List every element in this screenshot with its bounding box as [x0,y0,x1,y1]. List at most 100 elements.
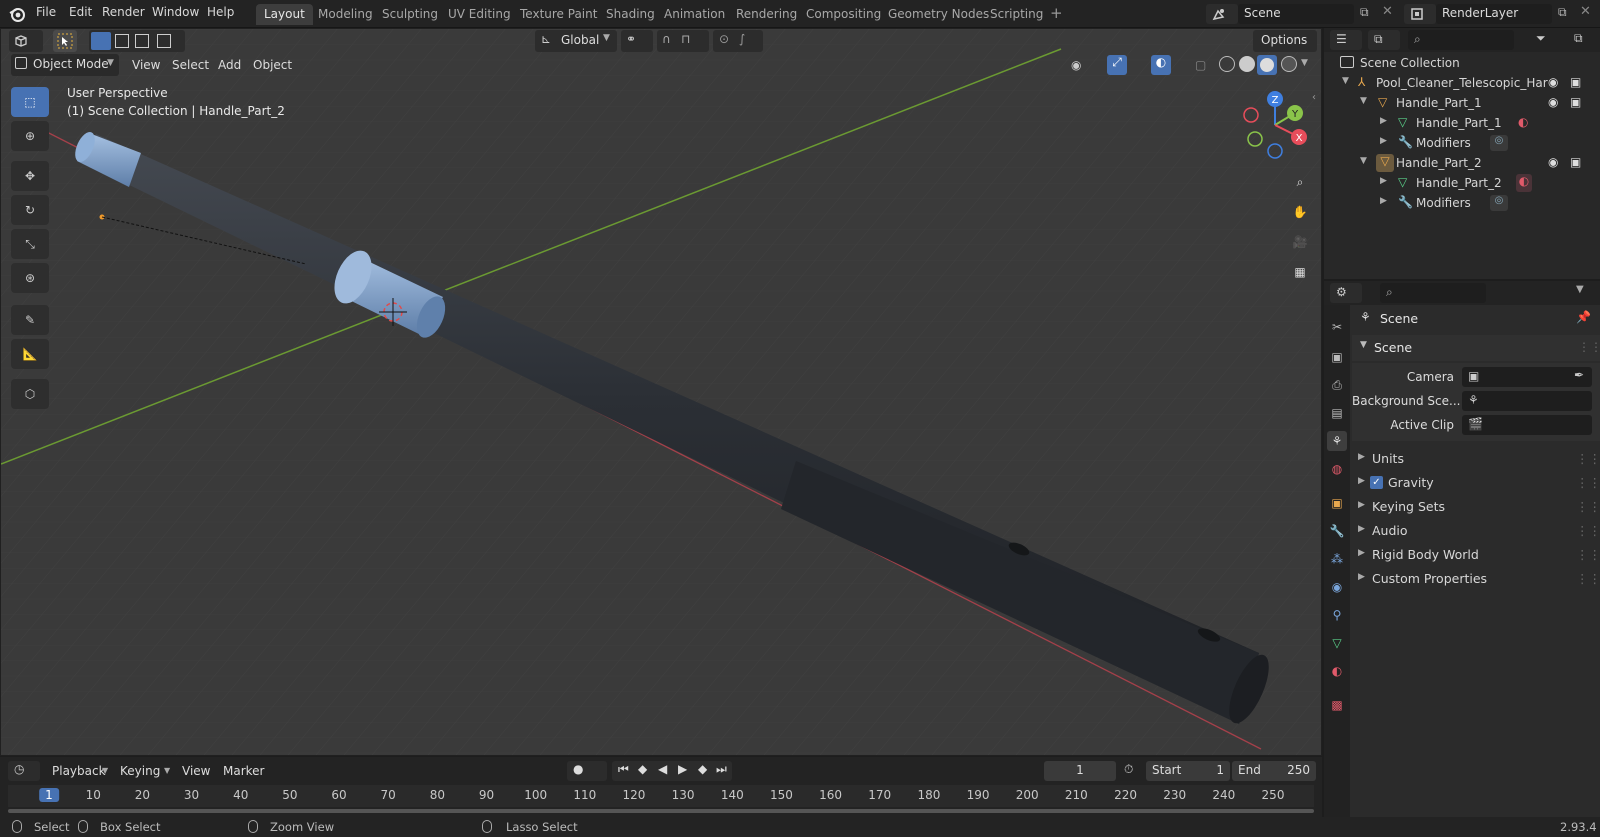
close-view-layer-icon[interactable]: ✕ [1580,4,1591,19]
stopwatch-icon[interactable]: ⏱ [1124,762,1133,777]
tab-tool[interactable]: ✂ [1327,317,1347,337]
zoom-view-button[interactable]: ⌕ [1287,169,1313,195]
editor-type-button[interactable] [9,30,43,52]
tab-uv-editing[interactable]: UV Editing [440,4,519,25]
viewport-menu-add[interactable]: Add [218,58,241,72]
menu-edit[interactable]: Edit [69,5,92,19]
tab-material[interactable]: ◐ [1327,661,1347,681]
view-layer-field[interactable]: RenderLayer [1436,4,1552,24]
tab-data[interactable]: ▽ [1327,633,1347,653]
timeline-scrollbar[interactable] [8,809,1314,813]
outliner-row-pool-cleaner[interactable]: ▼ ⅄ Pool_Cleaner_Telescopic_Har ◉ ▣ [1324,74,1600,94]
properties-search-input[interactable]: ⌕ [1380,283,1486,303]
tab-constraints[interactable]: ⚲ [1327,605,1347,625]
viewport-menu-select[interactable]: Select [172,58,209,72]
tab-view-layer[interactable]: ▤ [1327,403,1347,423]
timeline-menu-view[interactable]: View [182,764,210,778]
tab-shading[interactable]: Shading [598,4,663,25]
outliner-editor-type-button[interactable]: ☰ [1330,30,1362,50]
move-tool[interactable]: ✥ [11,161,49,191]
tab-layout[interactable]: Layout [256,4,313,25]
3d-viewport[interactable]: ⊾ Global ▼ ⚭ ∩ ⊓ ⊙ ∫ Options Object Mode… [0,28,1322,756]
drag-handle-icon[interactable]: ⋮⋮ [1576,523,1600,538]
material-shading-icon[interactable] [1257,55,1277,75]
current-frame-field[interactable]: 1 [1044,761,1116,781]
drag-handle-icon[interactable]: ⋮⋮ [1576,547,1600,562]
expand-arrow-icon[interactable]: ▶ [1380,116,1387,126]
properties-editor-type-button[interactable]: ⚙ [1330,283,1362,303]
eyedropper-icon[interactable]: ✒ [1574,368,1584,382]
eye-icon[interactable]: ◉ [1548,95,1558,109]
timeline-editor-type-button[interactable]: ◷ [8,761,40,781]
auto-keying-toggle[interactable]: ● [567,761,607,781]
falloff-curve-icon[interactable]: ∫ [739,32,745,46]
measure-tool[interactable]: 📐 [11,339,49,369]
play-reverse-icon[interactable]: ◀ [658,762,667,776]
drag-handle-icon[interactable]: ⋮⋮ [1576,499,1600,514]
scene-browse-button[interactable] [1206,4,1238,24]
tab-scene[interactable]: ⚘ [1327,431,1347,451]
expand-arrow-icon[interactable]: ▶ [1380,176,1387,186]
tab-physics[interactable]: ◉ [1327,577,1347,597]
menu-file[interactable]: File [36,5,56,19]
pin-icon[interactable]: 📌 [1576,310,1591,324]
proportional-edit-group[interactable]: ⊙ ∫ [713,30,763,52]
solid-shading-icon[interactable] [1239,56,1255,72]
scale-tool[interactable]: ⤡ [11,229,49,259]
panel-units[interactable]: ▶ Units ⋮⋮ [1358,449,1600,471]
viewlayer-browse-button[interactable] [1404,4,1436,24]
tab-render[interactable]: ▣ [1327,347,1347,367]
add-workspace-icon[interactable]: + [1050,4,1063,22]
cursor-tool[interactable]: ⊕ [11,121,49,151]
close-scene-icon[interactable]: ✕ [1382,4,1393,19]
select-subtract-icon[interactable] [135,34,149,48]
drag-handle-icon[interactable]: ⋮⋮ [1576,451,1600,466]
outliner-row-scene-collection[interactable]: Scene Collection [1324,54,1600,74]
tab-object[interactable]: ▣ [1327,493,1347,513]
outliner-row-modifiers-1[interactable]: ▶ 🔧 Modifiers ◎ [1324,134,1600,154]
options-dropdown[interactable]: Options [1253,30,1317,52]
tab-output[interactable]: ⎙ [1327,375,1347,395]
annotate-tool[interactable]: ✎ [11,305,49,335]
camera-render-icon[interactable]: ▣ [1570,75,1581,89]
panel-rigid-body-world[interactable]: ▶ Rigid Body World ⋮⋮ [1358,545,1600,567]
outliner-row-handle-part-2-mesh[interactable]: ▶ ▽ Handle_Part_2 ◐ [1324,174,1600,194]
overlays-toggle-icon[interactable]: ◐ [1151,55,1171,75]
display-mode-button[interactable]: ⧉ [1368,30,1400,50]
select-extend-icon[interactable] [115,34,129,48]
timeline-menu-playback[interactable]: Playback [52,764,106,778]
wireframe-shading-icon[interactable] [1219,56,1235,72]
jump-start-icon[interactable]: ⏮ [618,762,629,777]
eye-icon[interactable]: ◉ [1548,155,1558,169]
filter-funnel-icon[interactable]: ⏷ [1536,31,1546,46]
camera-render-icon[interactable]: ▣ [1570,155,1581,169]
sidebar-toggle-chevron-icon[interactable]: ‹ [1312,92,1316,103]
next-keyframe-icon[interactable]: ◆ [698,762,707,776]
tab-scripting[interactable]: Scripting [982,4,1051,25]
tab-modeling[interactable]: Modeling [310,4,381,25]
select-tool-button[interactable] [53,30,77,52]
outliner-row-modifiers-2[interactable]: ▶ 🔧 Modifiers ◎ [1324,194,1600,214]
select-invert-icon[interactable] [157,34,171,48]
outliner-row-handle-part-1-mesh[interactable]: ▶ ▽ Handle_Part_1 ◐ [1324,114,1600,134]
drag-handle-icon[interactable]: ⋮⋮ [1576,571,1600,586]
gravity-checkbox[interactable]: ✓ [1370,476,1383,489]
tab-geometry-nodes[interactable]: Geometry Nodes [880,4,997,25]
tab-compositing[interactable]: Compositing [798,4,889,25]
select-new-icon[interactable] [91,32,111,50]
proportional-edit-icon[interactable]: ⊙ [719,32,729,46]
snap-increment-icon[interactable]: ⊓ [681,32,690,46]
current-frame-indicator[interactable]: 1 [39,788,59,802]
eye-icon[interactable]: ◉ [1548,75,1558,89]
gizmo-toggle-icon[interactable]: ⤢ [1107,55,1127,75]
expand-arrow-icon[interactable]: ▶ [1380,196,1387,206]
panel-audio[interactable]: ▶ Audio ⋮⋮ [1358,521,1600,543]
add-cube-tool[interactable]: ⬡ [11,379,49,409]
expand-arrow-icon[interactable]: ▶ [1380,136,1387,146]
drag-handle-icon[interactable]: ⋮⋮ [1578,340,1600,354]
panel-keying-sets[interactable]: ▶ Keying Sets ⋮⋮ [1358,497,1600,519]
visibility-eye-icon[interactable]: ◉ [1071,58,1081,72]
blender-logo-icon[interactable] [8,5,26,23]
viewport-menu-object[interactable]: Object [253,58,292,72]
pivot-point-dropdown[interactable]: ⚭ [621,30,653,52]
